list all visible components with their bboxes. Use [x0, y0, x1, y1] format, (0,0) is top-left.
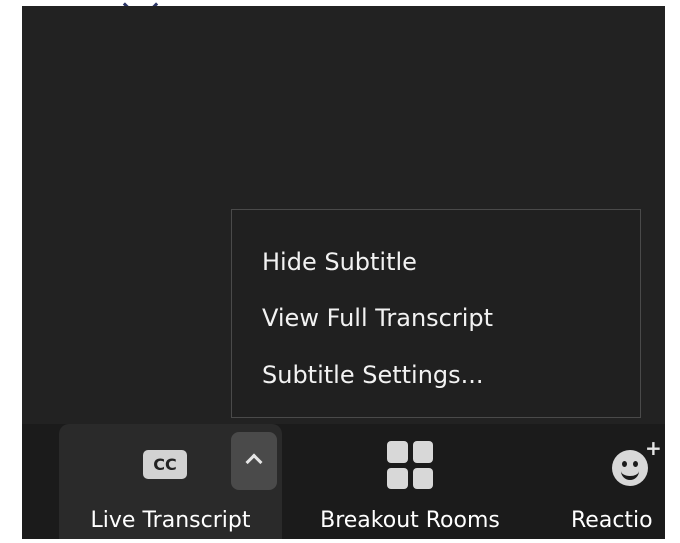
live-transcript-button[interactable]: CC Live Transcript — [59, 424, 282, 539]
live-transcript-label: Live Transcript — [90, 508, 251, 533]
live-transcript-options-button[interactable] — [231, 432, 277, 490]
meeting-window: Hide Subtitle View Full Transcript Subti… — [22, 6, 665, 539]
meeting-toolbar: CC Live Transcript Breakout Rooms + Reac… — [22, 424, 665, 539]
grid-icon — [387, 441, 433, 489]
plus-icon: + — [645, 436, 662, 460]
emoji-icon — [612, 450, 648, 486]
breakout-rooms-button[interactable]: Breakout Rooms — [295, 424, 525, 539]
reactions-label: Reactio — [571, 508, 653, 533]
live-transcript-menu: Hide Subtitle View Full Transcript Subti… — [231, 209, 641, 418]
closed-caption-icon: CC — [143, 450, 187, 479]
chevron-up-icon — [245, 453, 263, 471]
menu-item-hide-subtitle[interactable]: Hide Subtitle — [262, 242, 417, 282]
breakout-rooms-label: Breakout Rooms — [320, 508, 500, 533]
menu-item-view-full-transcript[interactable]: View Full Transcript — [262, 298, 493, 338]
menu-item-subtitle-settings[interactable]: Subtitle Settings... — [262, 355, 484, 395]
reactions-button[interactable]: + Reactio — [565, 424, 665, 539]
